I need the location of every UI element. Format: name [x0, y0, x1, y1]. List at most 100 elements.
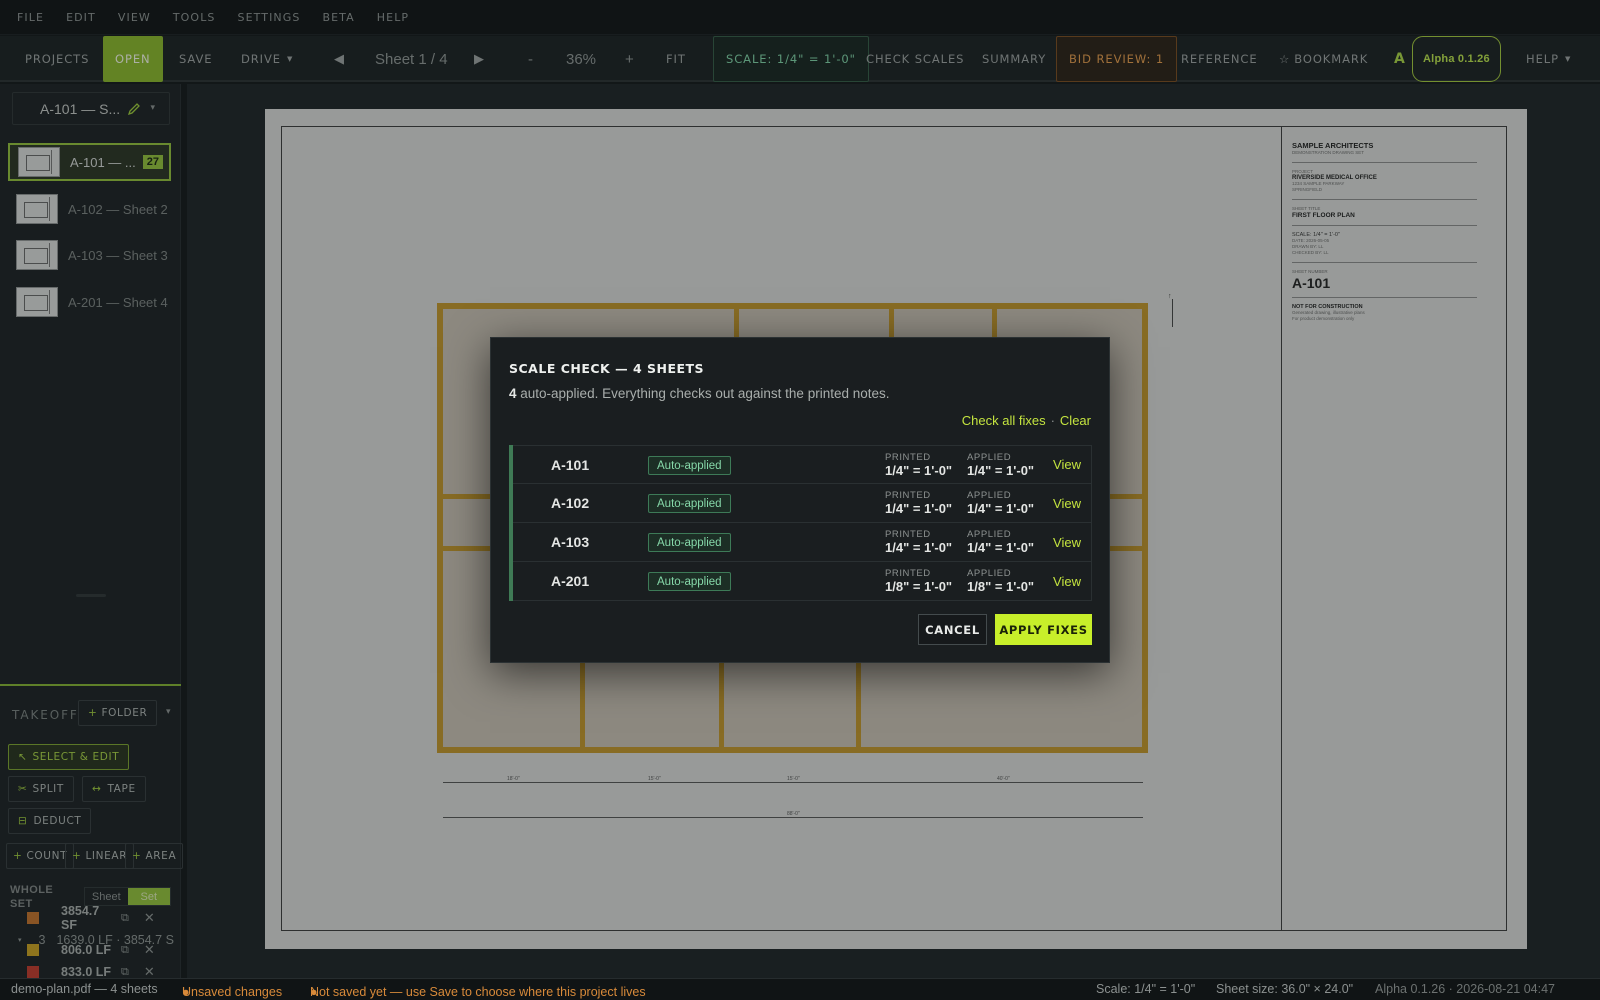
sheet-indicator: Sheet 1 / 4: [375, 50, 448, 68]
linear-button[interactable]: + LINEAR: [65, 843, 135, 869]
not-saved-text: Not saved yet — use Save to choose where…: [310, 985, 646, 999]
plus-icon: +: [13, 850, 23, 862]
applied-scale: 1/4" = 1'-0": [967, 540, 1035, 555]
scale-check-row[interactable]: A-101 Auto-applied PRINTED 1/4" = 1'-0" …: [513, 445, 1092, 484]
sheet-item-a103[interactable]: A-103 — Sheet 3: [8, 236, 171, 274]
printed-scale: 1/4" = 1'-0": [885, 540, 953, 555]
color-swatch[interactable]: [27, 912, 39, 924]
menu-help[interactable]: HELP: [377, 11, 409, 24]
sheet-thumbnail: [18, 147, 60, 177]
scale-check-row[interactable]: A-103 Auto-applied PRINTED 1/4" = 1'-0" …: [513, 523, 1092, 562]
fit-button[interactable]: FIT: [666, 36, 686, 82]
sheet-id: A-101: [551, 456, 590, 473]
count-label: COUNT: [26, 850, 68, 862]
clear-link[interactable]: Clear: [1060, 413, 1091, 428]
select-edit-button[interactable]: ↖ SELECT & EDIT: [8, 744, 130, 770]
bookmark-label: BOOKMARK: [1294, 52, 1369, 66]
printed-scale: 1/8" = 1'-0": [885, 579, 953, 594]
view-link[interactable]: View: [1053, 457, 1081, 472]
plus-icon: +: [132, 850, 142, 862]
projects-button[interactable]: PROJECTS: [25, 36, 89, 82]
check-all-fixes-link[interactable]: Check all fixes: [962, 413, 1046, 428]
next-sheet-button[interactable]: ▶: [474, 36, 485, 82]
zoom-out-button[interactable]: -: [528, 36, 533, 82]
sheet-number: A-101: [1292, 275, 1331, 291]
dimension-label: 40'-0": [997, 776, 1010, 782]
menu-edit[interactable]: EDIT: [66, 11, 96, 24]
zoom-in-button[interactable]: +: [625, 36, 634, 82]
divider: [1292, 262, 1477, 263]
scope-set-option[interactable]: Set: [127, 888, 170, 905]
drive-button[interactable]: DRIVE ▼: [241, 36, 293, 82]
scale-check-row[interactable]: A-201 Auto-applied PRINTED 1/8" = 1'-0" …: [513, 562, 1092, 601]
status-badge: Auto-applied: [648, 494, 731, 513]
plan-wall: [889, 309, 894, 339]
help-button[interactable]: HELP ▼: [1526, 36, 1571, 82]
document-title: A-101 — S...: [40, 100, 121, 117]
sheet-item-a101[interactable]: A-101 — ... 27: [8, 143, 171, 181]
close-icon[interactable]: ✕: [144, 910, 155, 926]
sheet-item-a102[interactable]: A-102 — Sheet 2: [8, 190, 171, 228]
dialog-subtitle-text: auto-applied. Everything checks out agai…: [516, 386, 890, 401]
sheet-thumbnail: [16, 240, 58, 270]
scale-pill[interactable]: SCALE: 1/4" = 1'-0": [713, 36, 869, 82]
scale-check-row[interactable]: A-102 Auto-applied PRINTED 1/4" = 1'-0" …: [513, 484, 1092, 523]
scope-sheet-option[interactable]: Sheet: [85, 888, 128, 905]
copy-icon[interactable]: ⧉: [121, 966, 129, 979]
tape-button[interactable]: ↔ TAPE: [82, 776, 146, 802]
copy-icon[interactable]: ⧉: [121, 912, 129, 925]
menu-beta[interactable]: BETA: [322, 11, 354, 24]
document-selector[interactable]: A-101 — S... ▾: [12, 92, 170, 125]
status-bar: demo-plan.pdf — 4 sheets ● Unsaved chang…: [0, 978, 1600, 1000]
pencil-icon[interactable]: [127, 102, 141, 116]
summary-button[interactable]: SUMMARY: [982, 36, 1046, 82]
close-icon[interactable]: ✕: [144, 942, 155, 958]
bid-review-button[interactable]: BID REVIEW: 1: [1056, 36, 1178, 82]
count-button[interactable]: + COUNT: [6, 843, 75, 869]
sheet-id: A-103: [551, 534, 590, 550]
dimension-label: 18'-0": [507, 776, 520, 782]
select-edit-label: SELECT & EDIT: [32, 751, 120, 763]
view-link[interactable]: View: [1053, 496, 1081, 511]
check-scales-button[interactable]: CHECK SCALES: [866, 36, 964, 82]
plan-wall: [719, 654, 724, 747]
view-link[interactable]: View: [1053, 574, 1081, 589]
toolbar: PROJECTS OPEN SAVE DRIVE ▼ ◀ Sheet 1 / 4…: [0, 36, 1600, 82]
dimension-line: [443, 817, 1143, 818]
save-button[interactable]: SAVE: [179, 36, 212, 82]
bookmark-button[interactable]: ☆ BOOKMARK: [1279, 36, 1368, 82]
menu-file[interactable]: FILE: [17, 11, 44, 24]
view-link[interactable]: View: [1053, 535, 1081, 550]
menu-settings[interactable]: SETTINGS: [238, 11, 301, 24]
takeoff-item-row[interactable]: 3854.7 SF ⧉ ✕: [0, 904, 181, 932]
dimension-line: [443, 782, 1143, 783]
split-button[interactable]: ✂ SPLIT: [8, 776, 74, 802]
sheet-title: FIRST FLOOR PLAN: [1292, 212, 1355, 219]
menu-view[interactable]: VIEW: [118, 11, 151, 24]
chevron-down-icon: ▼: [286, 55, 294, 63]
reference-button[interactable]: REFERENCE: [1181, 36, 1258, 82]
apply-fixes-button[interactable]: APPLY FIXES: [995, 614, 1092, 645]
panel-resize-handle[interactable]: [76, 594, 106, 597]
plan-wall: [992, 309, 997, 339]
chevron-down-icon[interactable]: ▾: [150, 102, 155, 113]
color-swatch[interactable]: [27, 966, 39, 978]
dimension-label: 15'-0": [648, 776, 661, 782]
divider: [1292, 225, 1477, 226]
prev-sheet-button[interactable]: ◀: [334, 36, 345, 82]
sidebar: A-101 — S... ▾ A-101 — ... 27 A-102 — Sh…: [0, 84, 184, 979]
dialog-links: Check all fixes · Clear: [962, 413, 1091, 428]
cancel-button[interactable]: CANCEL: [918, 614, 987, 645]
chevron-down-icon[interactable]: ▾: [166, 706, 171, 717]
color-swatch[interactable]: [27, 944, 39, 956]
sheet-item-a201[interactable]: A-201 — Sheet 4: [8, 283, 171, 321]
deduct-button[interactable]: ⊟ DEDUCT: [8, 808, 92, 834]
area-button[interactable]: + AREA: [125, 843, 184, 869]
takeoff-item-row[interactable]: 806.0 LF ⧉ ✕: [0, 939, 181, 961]
sheet-label: A-103 — Sheet 3: [68, 247, 168, 263]
menu-tools[interactable]: TOOLS: [173, 11, 216, 24]
add-folder-button[interactable]: + FOLDER: [78, 700, 158, 726]
open-button[interactable]: OPEN: [103, 36, 163, 82]
double-arrow-icon: ↔: [92, 783, 102, 795]
copy-icon[interactable]: ⧉: [121, 944, 129, 957]
